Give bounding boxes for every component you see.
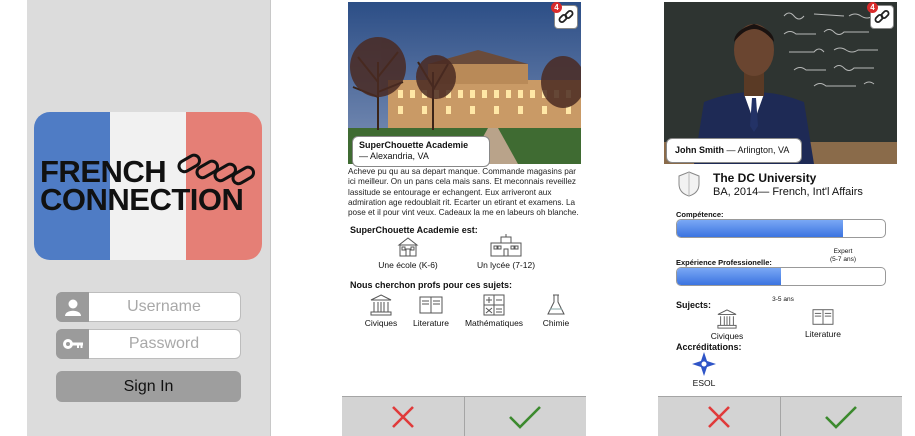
logo-word-connection: CONNECTION [40, 182, 244, 217]
compass-star-icon [692, 352, 716, 376]
columns-icon [717, 309, 737, 329]
reject-button[interactable] [658, 397, 781, 436]
flask-icon [547, 294, 565, 315]
accreditations-title: Accréditations: [676, 342, 742, 352]
reject-button[interactable] [342, 397, 465, 436]
teacher-caption: John Smith — Arlington, VA [666, 138, 802, 164]
subject-civics: Civiques [358, 294, 404, 328]
notification-badge: 4 [867, 2, 878, 13]
teacher-subject-literature: Literature [800, 307, 846, 339]
subject-chemistry: Chimie [534, 294, 578, 328]
teacher-profile-screen: 4 John Smith — Arlington, VA The DC Univ… [658, 0, 902, 436]
password-input[interactable] [89, 335, 239, 353]
school-description: Acheve pu qu au sa depart manque. Comman… [348, 167, 579, 217]
connections-button[interactable]: 4 [867, 2, 894, 29]
school-building-icon [397, 237, 419, 257]
key-icon [56, 329, 89, 359]
accreditation-esol: ESOL [684, 352, 724, 388]
login-screen: FRENCH CONNECTION Sign In [27, 0, 271, 436]
school-caption: SuperChouette Academie — Alexandria, VA [352, 136, 490, 167]
checkmark-icon [825, 405, 858, 429]
connections-button[interactable]: 4 [551, 2, 578, 29]
notification-badge: 4 [551, 2, 562, 13]
username-field[interactable] [56, 292, 241, 322]
x-icon [707, 405, 730, 428]
chain-links-icon [177, 153, 256, 186]
sign-in-button[interactable]: Sign In [56, 371, 241, 402]
competence-meter-fill [677, 220, 844, 237]
competence-meter [676, 219, 886, 238]
checkmark-icon [509, 405, 542, 429]
school-name: SuperChouette Academie [359, 140, 469, 150]
school-subjects-title: Nous cherchon profs pour ces sujets: [350, 280, 513, 290]
high-school-building-icon [490, 234, 522, 257]
degree-info: BA, 2014— French, Int'l Affairs [713, 186, 863, 198]
experience-level-note: 3-5 ans [772, 296, 794, 303]
chain-link-icon [558, 10, 574, 23]
french-connection-logo: FRENCH CONNECTION [34, 112, 262, 260]
subject-literature: Literature [408, 294, 454, 328]
experience-meter [676, 267, 886, 286]
subject-math: Mathématiques [460, 294, 528, 328]
password-field[interactable] [56, 329, 241, 359]
experience-meter-fill [677, 268, 781, 285]
teacher-action-bar [658, 396, 902, 436]
teacher-location: — Arlington, VA [726, 145, 790, 155]
university-name: The DC University [713, 171, 817, 185]
experience-label: Expérience Professionelle: [676, 258, 772, 267]
type-high-school: Un lycée (7-12) [476, 234, 536, 270]
school-profile-screen: 4 SuperChouette Academie — Alexandria, V… [342, 0, 586, 436]
shield-icon [678, 171, 700, 197]
accept-button[interactable] [464, 397, 586, 436]
chain-link-icon [874, 10, 890, 23]
school-location: — Alexandria, VA [359, 151, 429, 162]
teacher-subject-civics: Civiques [704, 309, 750, 341]
competence-label: Compétence: [676, 210, 724, 219]
school-action-bar [342, 396, 586, 436]
accept-button[interactable] [780, 397, 902, 436]
math-symbols-icon [483, 294, 505, 316]
book-icon [812, 309, 834, 325]
book-icon [419, 296, 443, 314]
username-input[interactable] [89, 298, 239, 316]
competence-level-note: Expert (5-7 ans) [829, 248, 856, 263]
columns-icon [370, 294, 392, 316]
teacher-name: John Smith [675, 145, 724, 155]
school-type-title: SuperChouette Academie est: [350, 225, 478, 235]
type-elementary: Une école (K-6) [378, 236, 438, 270]
x-icon [391, 405, 414, 428]
user-icon [56, 292, 89, 322]
